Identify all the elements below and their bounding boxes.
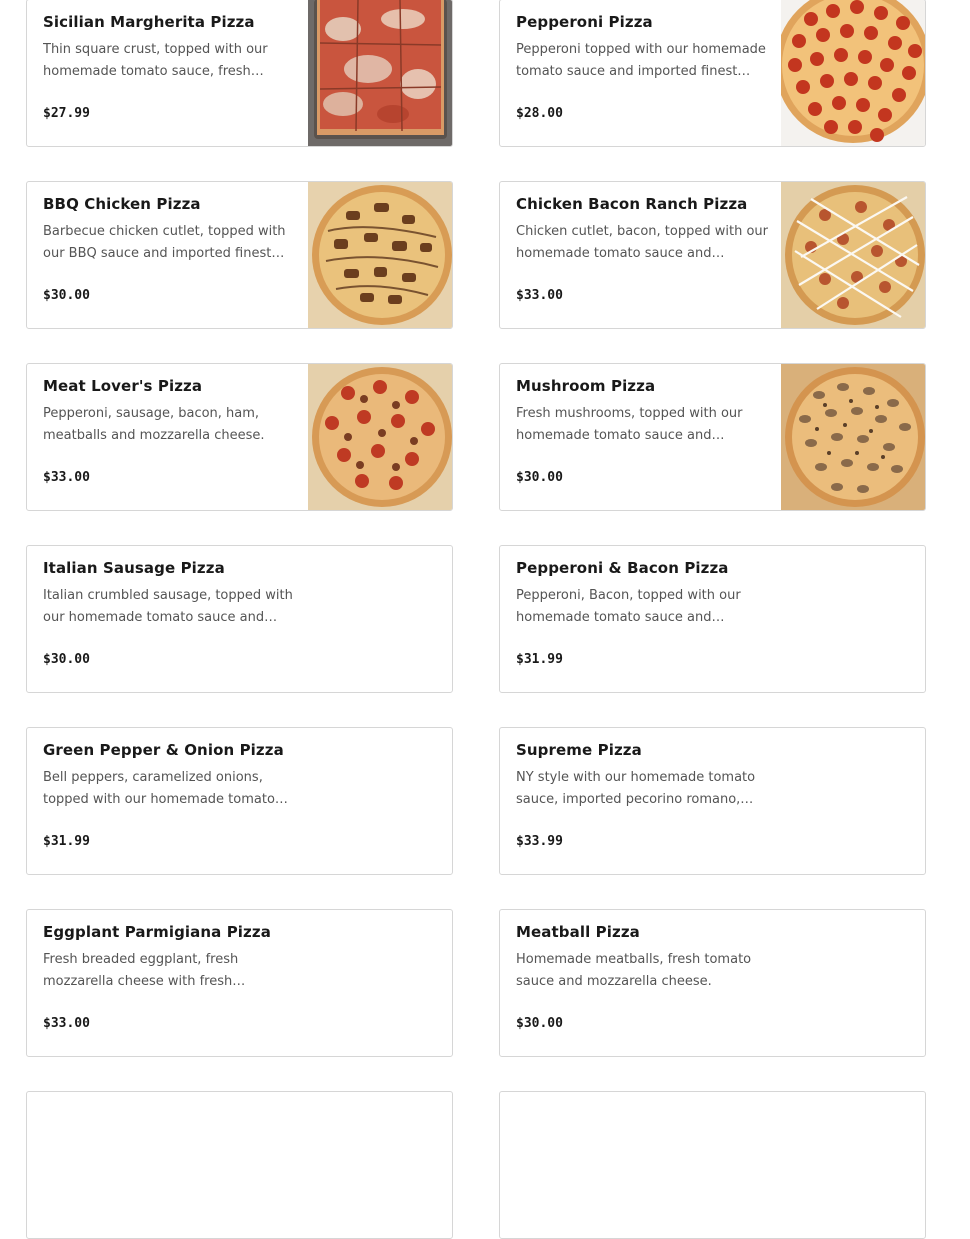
menu-item-name: Pepperoni & Bacon Pizza bbox=[516, 559, 729, 577]
menu-item-card[interactable]: Mushroom Pizza Fresh mushrooms, topped w… bbox=[499, 363, 926, 511]
menu-item-name: Meat Lover's Pizza bbox=[43, 377, 203, 395]
menu-item-description: Pepperoni topped with our homemade tomat… bbox=[516, 42, 766, 79]
menu-item-card[interactable]: Eggplant Parmigiana Pizza Fresh breaded … bbox=[26, 909, 453, 1057]
menu-item-price: $33.00 bbox=[43, 470, 90, 485]
menu-item-description: Bell peppers, caramelized onions, topped… bbox=[43, 770, 288, 807]
menu-item-card[interactable]: Meat Lover's Pizza Pepperoni, sausage, b… bbox=[26, 363, 453, 511]
menu-item-description: Barbecue chicken cutlet, topped with our… bbox=[43, 224, 286, 261]
menu-item-price: $30.00 bbox=[516, 470, 563, 485]
menu-item-card[interactable]: Meatball Pizza Homemade meatballs, fresh… bbox=[499, 909, 926, 1057]
menu-item-name: Pepperoni Pizza bbox=[516, 13, 653, 31]
menu-item-description: Italian crumbled sausage, topped with ou… bbox=[43, 588, 293, 625]
menu-item-price: $31.99 bbox=[43, 834, 90, 849]
menu-item-price: $33.99 bbox=[516, 834, 563, 849]
menu-item-description: Homemade meatballs, fresh tomato sauce a… bbox=[516, 952, 752, 989]
pepperoni-pizza-photo bbox=[781, 0, 925, 146]
menu-item-description: Chicken cutlet, bacon, topped with our h… bbox=[516, 224, 768, 261]
mushroom-pizza-photo bbox=[781, 364, 925, 510]
menu-item-name: BBQ Chicken Pizza bbox=[43, 195, 201, 213]
menu-item-price: $31.99 bbox=[516, 652, 563, 667]
menu-item-card[interactable]: BBQ Chicken Pizza Barbecue chicken cutle… bbox=[26, 181, 453, 329]
sicilian-margherita-pizza-photo bbox=[308, 0, 452, 146]
menu-item-description: Fresh breaded eggplant, fresh mozzarella… bbox=[43, 952, 239, 989]
menu-item-price: $28.00 bbox=[516, 106, 563, 121]
menu-item-price: $33.00 bbox=[516, 288, 563, 303]
menu-item-description: Fresh mushrooms, topped with our homemad… bbox=[516, 406, 743, 443]
menu-item-price: $30.00 bbox=[516, 1016, 563, 1031]
menu-item-card[interactable]: Supreme Pizza NY style with our homemade… bbox=[499, 727, 926, 875]
menu-item-card-partial[interactable] bbox=[499, 1091, 926, 1239]
menu-item-description: Pepperoni, Bacon, topped with our homema… bbox=[516, 588, 741, 625]
menu-item-description: Thin square crust, topped with our homem… bbox=[43, 42, 268, 79]
menu-item-card[interactable]: Green Pepper & Onion Pizza Bell peppers,… bbox=[26, 727, 453, 875]
menu-item-card[interactable]: Chicken Bacon Ranch Pizza Chicken cutlet… bbox=[499, 181, 926, 329]
menu-item-card[interactable]: Pepperoni & Bacon Pizza Pepperoni, Bacon… bbox=[499, 545, 926, 693]
bbq-chicken-pizza-photo bbox=[308, 182, 452, 328]
menu-item-price: $30.00 bbox=[43, 652, 90, 667]
menu-item-name: Meatball Pizza bbox=[516, 923, 640, 941]
menu-item-description: Pepperoni, sausage, bacon, ham, meatball… bbox=[43, 406, 265, 443]
menu-item-card[interactable]: Sicilian Margherita Pizza Thin square cr… bbox=[26, 0, 453, 147]
menu-item-name: Chicken Bacon Ranch Pizza bbox=[516, 195, 748, 213]
menu-item-price: $30.00 bbox=[43, 288, 90, 303]
menu-item-name: Sicilian Margherita Pizza bbox=[43, 13, 255, 31]
chicken-bacon-ranch-pizza-photo bbox=[781, 182, 925, 328]
menu-item-name: Mushroom Pizza bbox=[516, 377, 656, 395]
menu-item-card-partial[interactable] bbox=[26, 1091, 453, 1239]
menu-item-price: $33.00 bbox=[43, 1016, 90, 1031]
menu-item-price: $27.99 bbox=[43, 106, 90, 121]
menu-item-name: Italian Sausage Pizza bbox=[43, 559, 225, 577]
menu-item-card[interactable]: Italian Sausage Pizza Italian crumbled s… bbox=[26, 545, 453, 693]
menu-item-name: Supreme Pizza bbox=[516, 741, 642, 759]
menu-item-card[interactable]: Pepperoni Pizza Pepperoni topped with ou… bbox=[499, 0, 926, 147]
menu-item-name: Eggplant Parmigiana Pizza bbox=[43, 923, 271, 941]
menu-item-name: Green Pepper & Onion Pizza bbox=[43, 741, 284, 759]
meat-lovers-pizza-photo bbox=[308, 364, 452, 510]
menu-item-description: NY style with our homemade tomato sauce,… bbox=[516, 770, 756, 807]
